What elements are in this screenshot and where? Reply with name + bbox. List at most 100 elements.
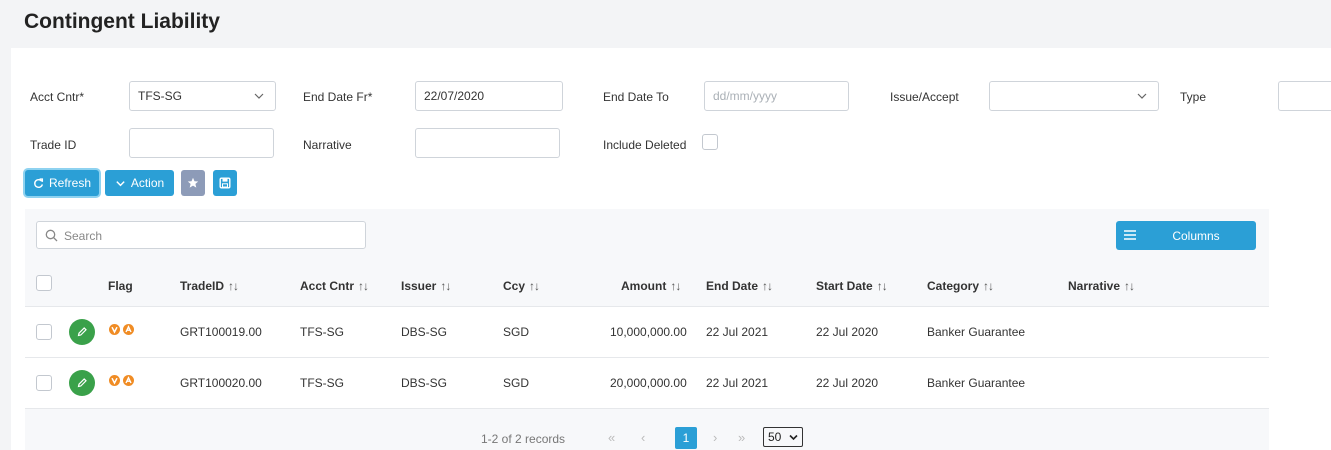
pencil-icon bbox=[77, 378, 87, 388]
save-button[interactable] bbox=[213, 170, 237, 196]
action-button[interactable]: Action bbox=[105, 170, 174, 196]
refresh-button[interactable]: Refresh bbox=[25, 170, 99, 196]
end-date-to-label: End Date To bbox=[603, 90, 669, 104]
end-date-fr-input[interactable]: 22/07/2020 bbox=[415, 81, 563, 111]
select-all-checkbox[interactable] bbox=[36, 275, 52, 291]
action-label: Action bbox=[130, 176, 165, 190]
col-header-narrative-label: Narrative bbox=[1068, 279, 1121, 293]
edit-button[interactable] bbox=[69, 319, 95, 345]
cell-start-date: 22 Jul 2020 bbox=[816, 376, 879, 390]
sort-icon: ↑↓ bbox=[762, 279, 773, 293]
edit-button[interactable] bbox=[69, 370, 95, 396]
acct-cntr-value: TFS-SG bbox=[138, 89, 182, 103]
col-header-start-date[interactable]: Start Date ↑↓ bbox=[816, 279, 888, 293]
star-icon bbox=[187, 177, 199, 188]
row-checkbox[interactable] bbox=[36, 324, 52, 340]
page-size-value: 50 bbox=[768, 430, 782, 444]
col-header-narrative[interactable]: Narrative ↑↓ bbox=[1068, 279, 1135, 293]
col-header-category-label: Category bbox=[927, 279, 980, 293]
sort-icon: ↑↓ bbox=[228, 279, 239, 293]
cell-ccy: SGD bbox=[503, 325, 530, 339]
columns-label: Columns bbox=[1172, 229, 1220, 243]
cell-start-date: 22 Jul 2020 bbox=[816, 325, 879, 339]
end-date-fr-label: End Date Fr* bbox=[303, 90, 373, 104]
type-label: Type bbox=[1180, 90, 1207, 104]
col-header-start-date-label: Start Date bbox=[816, 279, 873, 293]
col-header-trade-id[interactable]: TradeID ↑↓ bbox=[180, 279, 239, 293]
results-grid: Search Columns Flag TradeID ↑↓ Acct Cntr ↑… bbox=[25, 209, 1269, 450]
sort-icon: ↑↓ bbox=[440, 279, 451, 293]
col-header-category[interactable]: Category ↑↓ bbox=[927, 279, 994, 293]
next-page-button[interactable]: › bbox=[713, 430, 717, 445]
refresh-icon bbox=[34, 177, 44, 188]
col-header-issuer[interactable]: Issuer ↑↓ bbox=[401, 279, 451, 293]
trade-id-label: Trade ID bbox=[30, 138, 77, 152]
include-deleted-checkbox[interactable] bbox=[702, 134, 718, 150]
col-header-ccy[interactable]: Ccy ↑↓ bbox=[503, 279, 540, 293]
table-row[interactable]: GRT100020.00 TFS-SG DBS-SG SGD 20,000,00… bbox=[25, 357, 1269, 409]
cell-issuer: DBS-SG bbox=[401, 376, 448, 390]
cell-end-date: 22 Jul 2021 bbox=[706, 376, 769, 390]
cell-ccy: SGD bbox=[503, 376, 530, 390]
col-header-acct-cntr-label: Acct Cntr bbox=[300, 279, 355, 293]
grid-search-input[interactable]: Search bbox=[36, 221, 366, 249]
acct-cntr-select[interactable]: TFS-SG bbox=[129, 81, 276, 111]
sort-icon: ↑↓ bbox=[358, 279, 369, 293]
col-header-amount[interactable]: Amount ↑↓ bbox=[621, 279, 681, 293]
cell-acct-cntr: TFS-SG bbox=[300, 376, 344, 390]
narrative-input[interactable] bbox=[415, 128, 560, 158]
verified-flag-icon bbox=[109, 375, 120, 386]
refresh-label: Refresh bbox=[48, 176, 92, 190]
sort-icon: ↑↓ bbox=[876, 279, 888, 293]
pencil-icon bbox=[77, 327, 87, 337]
cell-amount: 10,000,000.00 bbox=[610, 325, 687, 339]
page-title: Contingent Liability bbox=[24, 10, 220, 33]
issue-accept-label: Issue/Accept bbox=[890, 90, 959, 104]
last-page-button[interactable]: » bbox=[738, 430, 745, 445]
col-header-acct-cntr[interactable]: Acct Cntr ↑↓ bbox=[300, 279, 369, 293]
sort-icon: ↑↓ bbox=[1124, 279, 1135, 293]
favorite-button[interactable] bbox=[181, 170, 205, 196]
approved-flag-icon bbox=[123, 375, 134, 386]
col-header-amount-label: Amount bbox=[621, 279, 667, 293]
row-checkbox[interactable] bbox=[36, 375, 52, 391]
sort-icon: ↑↓ bbox=[529, 279, 540, 293]
col-header-flag[interactable]: Flag bbox=[108, 279, 133, 293]
chevron-down-icon bbox=[254, 93, 264, 99]
cell-acct-cntr: TFS-SG bbox=[300, 325, 344, 339]
col-header-issuer-label: Issuer bbox=[401, 279, 437, 293]
chevron-down-icon bbox=[1137, 93, 1147, 99]
sort-icon: ↑↓ bbox=[670, 279, 681, 293]
end-date-to-input[interactable]: dd/mm/yyyy bbox=[704, 81, 849, 111]
cell-issuer: DBS-SG bbox=[401, 325, 448, 339]
narrative-label: Narrative bbox=[303, 138, 352, 152]
chevron-down-icon bbox=[789, 434, 798, 441]
type-select[interactable] bbox=[1278, 81, 1331, 111]
first-page-button[interactable]: « bbox=[608, 430, 615, 445]
cell-trade-id: GRT100020.00 bbox=[180, 376, 262, 390]
cell-amount: 20,000,000.00 bbox=[610, 376, 687, 390]
issue-accept-select[interactable] bbox=[989, 81, 1159, 111]
cell-category: Banker Guarantee bbox=[927, 325, 1026, 339]
acct-cntr-label: Acct Cntr* bbox=[30, 90, 85, 104]
cell-category: Banker Guarantee bbox=[927, 376, 1026, 390]
col-header-end-date[interactable]: End Date ↑↓ bbox=[706, 279, 773, 293]
col-header-ccy-label: Ccy bbox=[503, 279, 526, 293]
cell-trade-id: GRT100019.00 bbox=[180, 325, 262, 339]
verified-flag-icon bbox=[109, 324, 120, 335]
records-count: 1-2 of 2 records bbox=[481, 432, 566, 446]
search-icon bbox=[45, 229, 58, 242]
columns-button[interactable]: Columns bbox=[1116, 221, 1256, 250]
search-placeholder: Search bbox=[64, 229, 103, 243]
cell-end-date: 22 Jul 2021 bbox=[706, 325, 769, 339]
approved-flag-icon bbox=[123, 324, 134, 335]
page-size-select[interactable]: 50 bbox=[763, 427, 803, 447]
col-header-end-date-label: End Date bbox=[706, 279, 759, 293]
table-row[interactable]: GRT100019.00 TFS-SG DBS-SG SGD 10,000,00… bbox=[25, 306, 1269, 357]
prev-page-button[interactable]: ‹ bbox=[641, 430, 645, 445]
page-number-button[interactable]: 1 bbox=[675, 427, 697, 449]
main-panel: Acct Cntr* TFS-SG End Date Fr* 22/07/202… bbox=[11, 48, 1331, 450]
trade-id-input[interactable] bbox=[129, 128, 274, 158]
include-deleted-label: Include Deleted bbox=[603, 138, 687, 152]
save-icon bbox=[219, 177, 231, 189]
